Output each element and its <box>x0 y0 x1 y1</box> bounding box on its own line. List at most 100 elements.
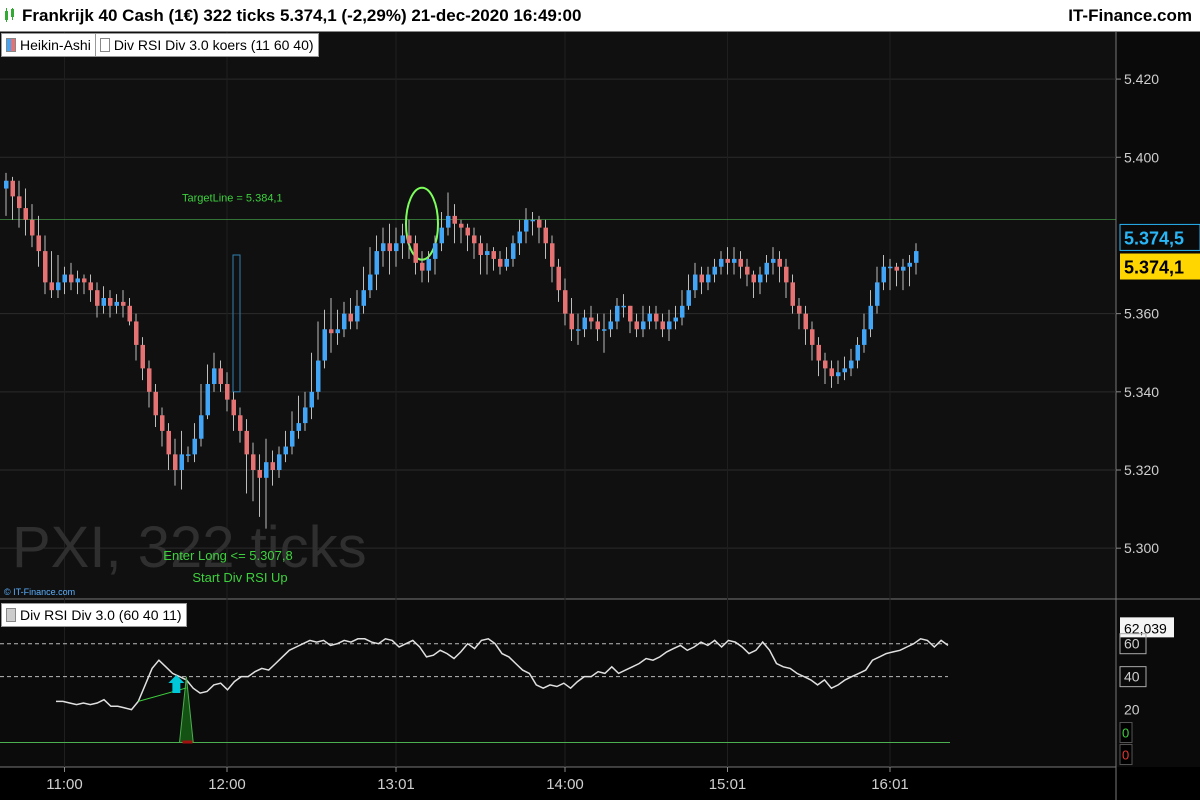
signal-value-label: 0 <box>1122 748 1129 763</box>
legend-item-heikin-ashi[interactable]: Heikin-Ashi <box>2 34 95 56</box>
candle-body <box>296 423 301 431</box>
y-tick-label: 5.400 <box>1124 149 1159 165</box>
candle-body <box>179 454 184 470</box>
candle-body <box>114 301 119 306</box>
chart-title: Frankrijk 40 Cash (1€) 322 ticks 5.374,1… <box>22 6 582 25</box>
candle-body <box>478 243 483 255</box>
rsi-legend[interactable]: Div RSI Div 3.0 (60 40 11) <box>1 603 187 627</box>
candle-body <box>907 262 912 267</box>
candle-body <box>121 301 126 306</box>
candle-body <box>465 227 470 236</box>
candle-body <box>166 430 171 455</box>
candle-body <box>914 251 919 263</box>
y-tick-label: 5.420 <box>1124 71 1159 87</box>
candle-body <box>862 329 867 345</box>
candle-body <box>361 290 366 306</box>
candle-body <box>621 305 626 308</box>
candle-body <box>849 360 854 369</box>
candle-body <box>108 298 113 306</box>
x-tick-label: 12:00 <box>208 776 246 793</box>
price-legend[interactable]: Heikin-Ashi Div RSI Div 3.0 koers (11 60… <box>1 33 319 57</box>
candle-body <box>140 344 145 369</box>
candle-body <box>400 235 405 244</box>
price-panel-background <box>0 32 1116 599</box>
candle-body <box>712 266 717 275</box>
candle-body <box>49 282 54 291</box>
candle-body <box>82 278 87 283</box>
candle-body <box>823 360 828 369</box>
candle-body <box>725 258 730 263</box>
candle-body <box>595 321 600 330</box>
candle-body <box>530 219 535 222</box>
candle-body <box>543 227 548 244</box>
indicator-swatch-icon <box>99 38 110 52</box>
candle-body <box>485 251 490 255</box>
candle-body <box>95 290 100 306</box>
candle-body <box>745 266 750 275</box>
candle-body <box>868 305 873 330</box>
candle-body <box>504 258 509 267</box>
start-div-label: Start Div RSI Up <box>192 570 287 585</box>
candle-body <box>309 391 314 408</box>
candle-body <box>69 274 74 283</box>
candle-body <box>816 344 821 361</box>
y-axis-background <box>1116 32 1200 800</box>
candle-body <box>706 274 711 283</box>
legend-item-div-rsi[interactable]: Div RSI Div 3.0 (60 40 11) <box>2 604 186 626</box>
candle-body <box>498 258 503 267</box>
brand-label: IT-Finance.com <box>1068 6 1192 25</box>
candle-body <box>751 274 756 283</box>
candle-body <box>348 313 353 322</box>
x-tick-label: 15:01 <box>709 776 747 793</box>
candle-body <box>680 305 685 318</box>
candle-body <box>10 180 15 197</box>
candle-body <box>511 243 516 259</box>
candle-body <box>582 317 587 330</box>
candle-body <box>62 274 67 283</box>
candle-body <box>283 446 288 455</box>
candle-body <box>407 235 412 244</box>
candle-body <box>394 243 399 252</box>
legend-item-div-rsi-koers[interactable]: Div RSI Div 3.0 koers (11 60 40) <box>94 34 318 56</box>
heikin-ashi-swatch-icon <box>6 38 16 52</box>
candle-body <box>101 298 106 306</box>
candle-body <box>433 243 438 259</box>
candle-body <box>855 344 860 361</box>
y-tick-label: 5.300 <box>1124 540 1159 556</box>
candle-body <box>186 454 191 456</box>
x-axis-background <box>0 767 1200 800</box>
candle-body <box>413 243 418 263</box>
candle-body <box>842 368 847 373</box>
candle-body <box>368 274 373 291</box>
candle-body <box>790 282 795 306</box>
candle-body <box>758 274 763 283</box>
x-tick-label: 14:00 <box>546 776 584 793</box>
candle-body <box>439 227 444 244</box>
candle-body <box>173 454 178 470</box>
candle-body <box>452 215 457 224</box>
candle-body <box>888 266 893 269</box>
candle-body <box>134 321 139 345</box>
chart-type-icon <box>5 8 14 22</box>
candle-body <box>732 258 737 263</box>
candle-body <box>205 384 210 416</box>
candle-body <box>491 251 496 259</box>
candle-body <box>784 266 789 283</box>
copyright-label: © IT-Finance.com <box>4 587 75 597</box>
candle-body <box>524 219 529 232</box>
candle-body <box>30 219 35 236</box>
candle-body <box>147 368 152 392</box>
candle-body <box>693 274 698 291</box>
candle-body <box>446 215 451 228</box>
y-tick-label: 5.360 <box>1124 306 1159 322</box>
signal-base <box>182 740 193 744</box>
legend-label: Div RSI Div 3.0 koers (11 60 40) <box>113 37 314 53</box>
candle-body <box>17 196 22 209</box>
candle-body <box>901 266 906 271</box>
candle-body <box>23 208 28 220</box>
candle-body <box>192 438 197 455</box>
candle-body <box>244 430 249 455</box>
candle-body <box>218 368 223 384</box>
candle-body <box>387 243 392 252</box>
candle-body <box>628 305 633 322</box>
